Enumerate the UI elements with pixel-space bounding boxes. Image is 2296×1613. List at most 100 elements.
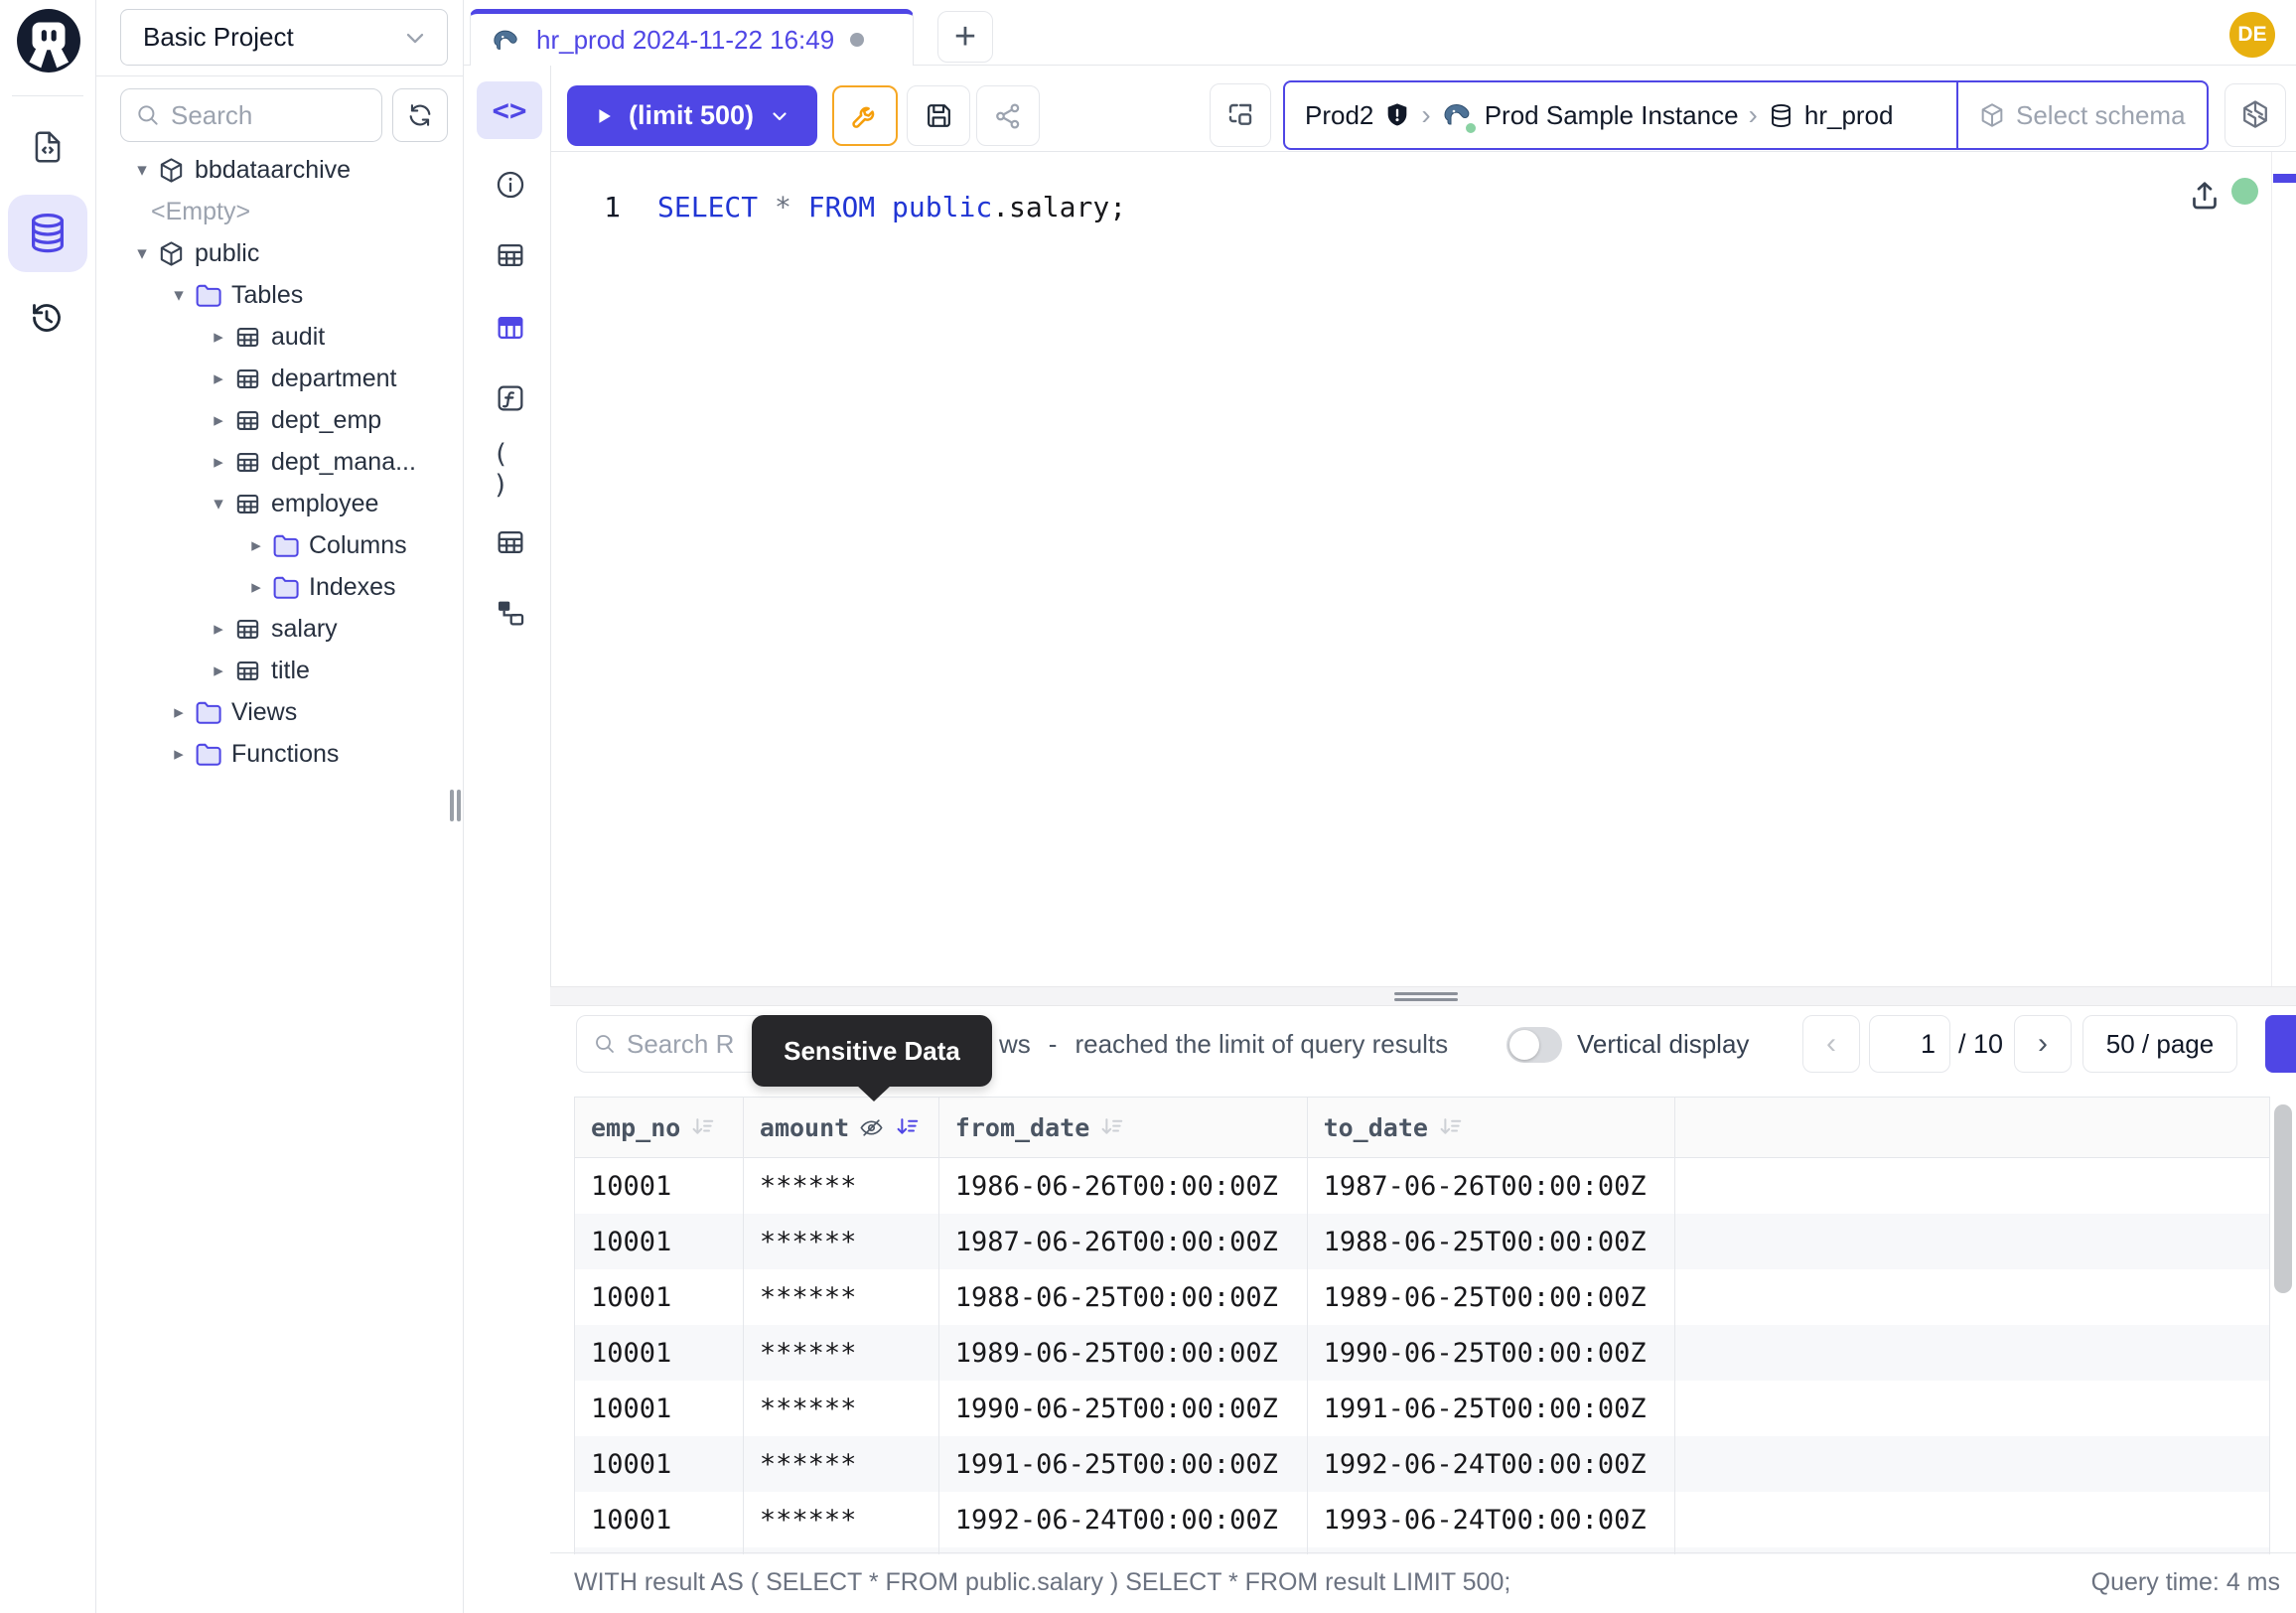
column-header-amount[interactable]: amount: [744, 1098, 939, 1157]
column-header-to-date[interactable]: to_date: [1308, 1098, 1676, 1157]
procedures-panel-button[interactable]: ( ): [493, 452, 528, 488]
file-code-icon: [29, 128, 67, 166]
rail-worksheets-button[interactable]: [28, 127, 68, 167]
upload-button[interactable]: [2187, 177, 2223, 215]
column-header-emp-no[interactable]: emp_no: [575, 1098, 744, 1157]
panel-splitter[interactable]: [550, 986, 2296, 1006]
table-cell: 1992-06-24T00:00:00Z: [1308, 1436, 1676, 1492]
caret-down-icon[interactable]: ▾: [129, 242, 155, 265]
ai-assistant-button[interactable]: [2224, 83, 2286, 147]
sort-icon[interactable]: [1098, 1114, 1125, 1141]
new-tab-button[interactable]: +: [937, 11, 993, 63]
tree-item-empty[interactable]: <Empty>: [96, 191, 464, 232]
tree-item-audit[interactable]: ▸audit: [96, 316, 464, 358]
rail-databases-button[interactable]: [8, 195, 87, 272]
page-number-box: [1869, 1015, 1950, 1073]
unsaved-dot: [850, 33, 864, 47]
export-button[interactable]: [2265, 1015, 2296, 1073]
tree-item-dept-mana[interactable]: ▸dept_mana...: [96, 441, 464, 483]
sidebar-search-input[interactable]: [171, 100, 350, 131]
select-schema-button[interactable]: Select schema: [1956, 82, 2207, 148]
results-scrollbar-thumb[interactable]: [2274, 1104, 2292, 1293]
refresh-icon: [406, 101, 434, 129]
caret-right-icon[interactable]: ▸: [206, 367, 231, 390]
functions-panel-button[interactable]: [493, 380, 528, 416]
save-button[interactable]: [907, 85, 970, 146]
page-size-select[interactable]: 50 / page: [2082, 1015, 2237, 1073]
admin-wrench-button[interactable]: [832, 85, 898, 146]
tree-item-public[interactable]: ▾public: [96, 232, 464, 274]
connection-breadcrumb[interactable]: Prod2 › Prod Sample Instance › hr_prod S…: [1283, 80, 2209, 150]
info-panel-button[interactable]: [493, 167, 528, 203]
tree-item-tables[interactable]: ▾Tables: [96, 274, 464, 316]
caret-right-icon[interactable]: ▸: [206, 660, 231, 682]
caret-right-icon[interactable]: ▸: [206, 451, 231, 474]
caret-right-icon[interactable]: ▸: [243, 576, 269, 599]
info-icon: [494, 168, 527, 202]
table-cell: 1987-06-26T00:00:00Z: [939, 1214, 1308, 1269]
caret-right-icon[interactable]: ▸: [166, 743, 192, 766]
toolbar-border: [550, 151, 2296, 152]
caret-down-icon[interactable]: ▾: [129, 159, 155, 182]
bytebase-logo[interactable]: [16, 8, 81, 73]
sort-icon[interactable]: [894, 1114, 921, 1141]
tree-item-employee[interactable]: ▾employee: [96, 483, 464, 524]
table-cell: 1987-06-26T00:00:00Z: [1308, 1158, 1676, 1214]
toggle-knob: [1509, 1030, 1539, 1060]
code-panel-toggle[interactable]: <>: [477, 81, 542, 139]
eye-off-icon[interactable]: [858, 1114, 885, 1141]
table-row: 10001******1987-06-26T00:00:00Z1988-06-2…: [575, 1214, 2270, 1269]
table-cell: 10001: [575, 1269, 744, 1325]
tree-item-salary[interactable]: ▸salary: [96, 608, 464, 650]
database-icon: [25, 211, 71, 256]
project-selector[interactable]: Basic Project: [120, 9, 448, 66]
avatar[interactable]: DE: [2229, 12, 2275, 58]
share-button[interactable]: [976, 85, 1040, 146]
column-header-from-date[interactable]: from_date: [939, 1098, 1308, 1157]
tree-item-title[interactable]: ▸title: [96, 650, 464, 691]
external-tables-panel-button[interactable]: [493, 524, 528, 560]
caret-right-icon[interactable]: ▸: [206, 326, 231, 349]
folder-icon: [194, 698, 222, 727]
sort-icon[interactable]: [689, 1114, 716, 1141]
next-page-button[interactable]: ›: [2014, 1015, 2072, 1073]
caret-right-icon[interactable]: ▸: [166, 701, 192, 724]
refresh-button[interactable]: [392, 88, 448, 142]
vertical-display-toggle[interactable]: [1507, 1027, 1562, 1063]
sql-editor-line[interactable]: SELECT * FROM public.salary;: [657, 187, 1126, 226]
bytebase-logo-icon: [16, 8, 81, 73]
caret-down-icon[interactable]: ▾: [206, 493, 231, 515]
page-number-input[interactable]: [1870, 1016, 1949, 1072]
tree-item-functions[interactable]: ▸Functions: [96, 733, 464, 775]
rail-history-button[interactable]: [27, 298, 67, 338]
run-query-button[interactable]: (limit 500): [567, 85, 817, 146]
tree-item-department[interactable]: ▸department: [96, 358, 464, 399]
instance-label: Prod Sample Instance: [1485, 100, 1739, 131]
instance-status-dot: [1464, 121, 1478, 135]
sidebar-search[interactable]: [120, 88, 382, 142]
tree-item-views[interactable]: ▸Views: [96, 691, 464, 733]
caret-down-icon[interactable]: ▾: [166, 284, 192, 307]
sidebar-resize-handle[interactable]: [450, 790, 454, 821]
tab-hr-prod[interactable]: hr_prod 2024-11-22 16:49: [470, 9, 914, 66]
tooltip-caret: [856, 1085, 892, 1101]
prev-page-button[interactable]: ‹: [1802, 1015, 1860, 1073]
tables-panel-button[interactable]: [493, 237, 528, 273]
masking-panel-button[interactable]: [493, 310, 528, 346]
tree-item-columns[interactable]: ▸Columns: [96, 524, 464, 566]
table-icon: [233, 448, 262, 477]
caret-right-icon[interactable]: ▸: [206, 618, 231, 641]
table-cell: ******: [744, 1492, 939, 1547]
tree-item-bbdataarchive[interactable]: ▾bbdataarchive: [96, 149, 464, 191]
table-cell: [1675, 1325, 2270, 1381]
tree-item-dept-emp[interactable]: ▸dept_emp: [96, 399, 464, 441]
connection-context-button[interactable]: [1210, 83, 1271, 147]
tree-item-indexes[interactable]: ▸Indexes: [96, 566, 464, 608]
breadcrumb-database-section[interactable]: Prod2 › Prod Sample Instance › hr_prod: [1285, 82, 1956, 148]
sort-icon[interactable]: [1437, 1114, 1464, 1141]
caret-right-icon[interactable]: ▸: [206, 409, 231, 432]
diagram-panel-button[interactable]: [493, 595, 528, 631]
sidebar-resize-handle-2[interactable]: [457, 790, 461, 821]
editor-scroll-mark[interactable]: [2273, 174, 2296, 183]
caret-right-icon[interactable]: ▸: [243, 534, 269, 557]
